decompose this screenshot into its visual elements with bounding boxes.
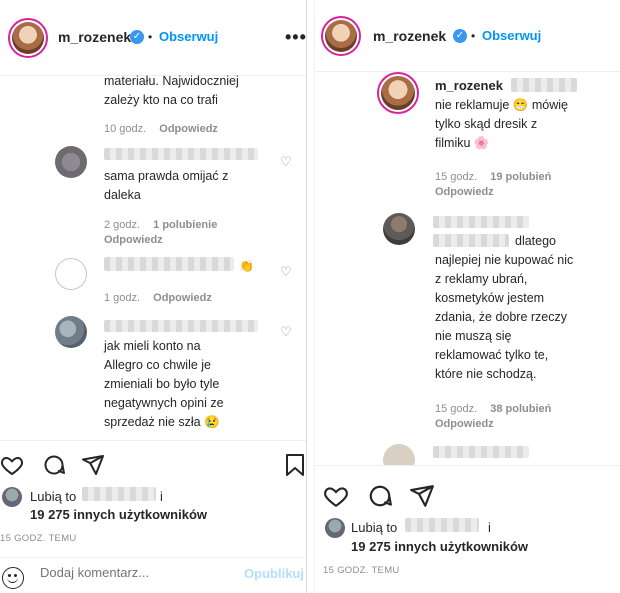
comment-text-line: nie muszą się: [435, 329, 512, 343]
more-options-icon[interactable]: •••: [285, 27, 306, 48]
likes-count[interactable]: 19 275 innych użytkowników: [30, 507, 207, 522]
comment-meta: 10 godz. Odpowiedz: [104, 123, 228, 135]
comment-text-line: daleka: [104, 188, 141, 202]
comment-text-line: zależy kto na co trafi: [104, 93, 218, 107]
comment-text-line: sprzedaż nie szła 😢: [104, 415, 220, 429]
emoji-picker-icon[interactable]: [2, 567, 24, 589]
post-timestamp[interactable]: 15 GODZ. TEMU: [0, 533, 77, 544]
comment-time: 15 godz.: [435, 171, 478, 183]
post-actions-section: Lubią to i 19 275 innych użytkowników 15…: [0, 440, 306, 557]
liker-avatar[interactable]: [325, 518, 345, 538]
comment-time: 1 godz.: [104, 292, 141, 304]
follow-button[interactable]: Obserwuj: [482, 28, 541, 43]
post-timestamp[interactable]: 15 GODZ. TEMU: [323, 565, 400, 576]
right-post-panel: m_rozenek ✓ • Obserwuj m_rozenek nie rek…: [314, 0, 620, 593]
post-header: m_rozenek ✓ • Obserwuj •••: [0, 0, 306, 76]
comment-text-line: zdania, że dobre rzeczy: [435, 310, 568, 324]
comment-time: 10 godz.: [104, 123, 147, 135]
author-username[interactable]: m_rozenek: [373, 28, 446, 44]
add-comment-input[interactable]: [40, 565, 230, 580]
blurred-username: [104, 148, 258, 160]
share-paper-plane-icon[interactable]: [409, 483, 435, 509]
comment-likes[interactable]: 38 polubień: [490, 403, 551, 415]
comment-text-line: które nie schodzą.: [435, 367, 537, 381]
comment-text-line: Allegro co chwile je: [104, 358, 211, 372]
blurred-mention: [433, 234, 509, 247]
author-username[interactable]: m_rozenek: [58, 29, 131, 45]
comment-text-line: z reklamy ubrań,: [435, 272, 528, 286]
comment-text-line: filmiku 🌸: [435, 136, 490, 150]
left-post-panel: m_rozenek ✓ • Obserwuj ••• materiału. Na…: [0, 0, 307, 593]
comment-text-line: nie reklamuje 😁 mówię: [435, 98, 568, 112]
blurred-mention: [511, 78, 577, 92]
like-comment-heart-icon[interactable]: ♡: [280, 324, 292, 340]
comment-text-line: najlepiej nie kupować nic: [435, 253, 574, 267]
share-paper-plane-icon[interactable]: [81, 453, 105, 477]
blurred-username: [433, 216, 529, 228]
author-avatar[interactable]: [8, 18, 48, 58]
blurred-liker-name: [82, 487, 156, 501]
liker-avatar[interactable]: [2, 487, 22, 507]
reply-button[interactable]: Odpowiedz: [159, 123, 218, 135]
blurred-username: [104, 320, 258, 332]
comment-text-line: kosmetyków jestem: [435, 291, 545, 305]
commenter-avatar[interactable]: [55, 258, 87, 290]
separator-dot: •: [148, 30, 153, 44]
verified-badge-icon: ✓: [130, 30, 144, 44]
comment-time: 15 godz.: [435, 403, 478, 415]
author-avatar[interactable]: [321, 16, 361, 56]
blurred-liker-name: [405, 518, 479, 532]
comment-meta: 15 godz. 19 polubień: [435, 171, 561, 183]
comment-meta: 1 godz. Odpowiedz: [104, 292, 222, 304]
separator-dot: •: [471, 29, 476, 43]
comment-text-line: materiału. Najwidoczniej: [104, 74, 239, 88]
comment-text-line: sama prawda omijać z: [104, 169, 229, 183]
publish-button[interactable]: Opublikuj: [244, 566, 304, 581]
comment-meta: 2 godz. 1 polubienie: [104, 219, 227, 231]
reply-button[interactable]: Odpowiedz: [153, 292, 212, 304]
follow-button[interactable]: Obserwuj: [159, 29, 218, 44]
liked-by-suffix: i: [488, 520, 491, 535]
liked-by-suffix: i: [160, 489, 163, 504]
verified-badge-icon: ✓: [453, 29, 467, 43]
reply-button[interactable]: Odpowiedz: [104, 234, 163, 246]
reply-author-avatar[interactable]: [377, 72, 419, 114]
post-actions-section: Lubią to i 19 275 innych użytkowników 15…: [315, 465, 620, 593]
comment-text-line: tylko skąd dresik z: [435, 117, 538, 131]
comment-text-line: jak mieli konto na: [104, 339, 201, 353]
commenter-avatar[interactable]: [55, 316, 87, 348]
clapping-emoji-icon: 👏: [239, 259, 254, 273]
commenter-avatar[interactable]: [383, 213, 415, 245]
comment-time: 2 godz.: [104, 219, 141, 231]
like-comment-heart-icon[interactable]: ♡: [280, 264, 292, 280]
save-bookmark-icon[interactable]: [284, 453, 306, 477]
comment-likes[interactable]: 19 polubień: [490, 171, 551, 183]
comment-text-line: negatywnych opini ze: [104, 396, 224, 410]
comment-meta: 15 godz. 38 polubień: [435, 403, 561, 415]
like-heart-icon[interactable]: [0, 453, 24, 477]
comment-bubble-icon[interactable]: [367, 483, 393, 509]
post-header: m_rozenek ✓ • Obserwuj: [315, 0, 620, 72]
reply-author-username[interactable]: m_rozenek: [435, 78, 503, 93]
reply-button[interactable]: Odpowiedz: [435, 418, 494, 430]
comment-text-line: dlatego: [515, 234, 557, 248]
comment-bubble-icon[interactable]: [42, 453, 66, 477]
reply-button[interactable]: Odpowiedz: [435, 186, 494, 198]
like-comment-heart-icon[interactable]: ♡: [280, 154, 292, 170]
commenter-avatar[interactable]: [55, 146, 87, 178]
liked-by-prefix: Lubią to: [30, 489, 77, 504]
liked-by-prefix: Lubią to: [351, 520, 398, 535]
blurred-username: [433, 446, 529, 458]
comment-text-line: zmieniali bo było tyle: [104, 377, 220, 391]
comment-likes[interactable]: 1 polubienie: [153, 219, 217, 231]
blurred-comment: [104, 257, 234, 271]
comment-text-line: reklamować tylko te,: [435, 348, 549, 362]
likes-count[interactable]: 19 275 innych użytkowników: [351, 539, 528, 554]
like-heart-icon[interactable]: [323, 483, 349, 509]
